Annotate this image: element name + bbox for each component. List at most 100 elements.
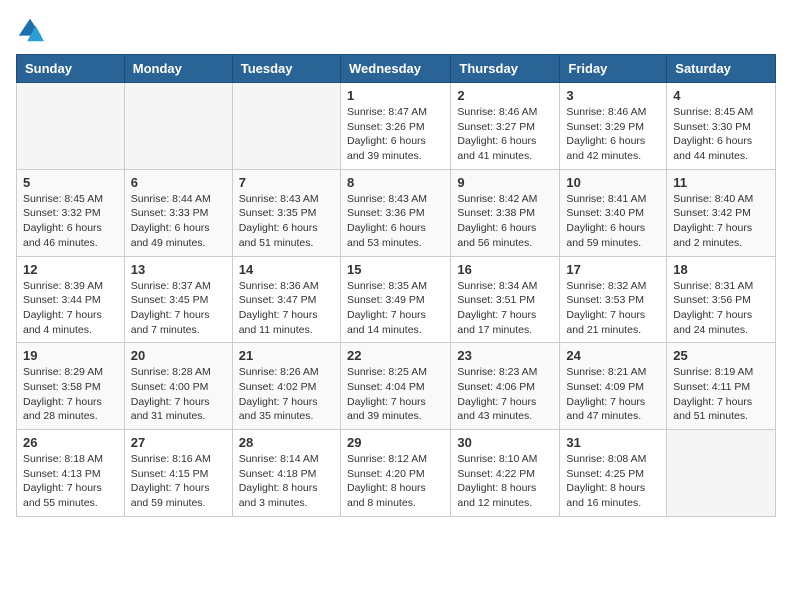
- calendar-cell: 14Sunrise: 8:36 AM Sunset: 3:47 PM Dayli…: [232, 256, 340, 343]
- day-number: 24: [566, 348, 660, 363]
- day-number: 4: [673, 88, 769, 103]
- calendar-week-row: 19 Sunrise: 8:29 AM Sunset: 3:58 PM Dayli…: [17, 343, 776, 430]
- day-info: Sunrise: 8:23 AM Sunset: 4:06 PM Dayligh…: [457, 365, 553, 424]
- logo-icon: [16, 16, 44, 44]
- calendar-day-header: Sunday: [17, 55, 125, 83]
- day-info: Sunrise: 8:14 AM Sunset: 4:18 PM Dayligh…: [239, 452, 334, 511]
- day-number: 17: [566, 262, 660, 277]
- day-number: 11: [673, 175, 769, 190]
- calendar-cell: 25 Sunrise: 8:19 AM Sunset: 4:11 PM Dayli…: [667, 343, 776, 430]
- calendar-day-header: Friday: [560, 55, 667, 83]
- calendar-cell: 7 Sunrise: 8:43 AM Sunset: 3:35 PM Daylig…: [232, 169, 340, 256]
- calendar-cell: 8 Sunrise: 8:43 AM Sunset: 3:36 PM Daylig…: [340, 169, 450, 256]
- day-info: Sunrise: 8:26 AM Sunset: 4:02 PM Dayligh…: [239, 365, 334, 424]
- day-info: Sunrise: 8:45 AM Sunset: 3:32 PM Dayligh…: [23, 192, 118, 251]
- day-info: Sunrise: 8:12 AM Sunset: 4:20 PM Dayligh…: [347, 452, 444, 511]
- day-number: 1: [347, 88, 444, 103]
- calendar-cell: 30Sunrise: 8:10 AM Sunset: 4:22 PM Dayli…: [451, 430, 560, 517]
- day-number: 25: [673, 348, 769, 363]
- calendar-cell: 3 Sunrise: 8:46 AM Sunset: 3:29 PM Daylig…: [560, 83, 667, 170]
- calendar-cell: 13Sunrise: 8:37 AM Sunset: 3:45 PM Dayli…: [124, 256, 232, 343]
- logo: [16, 16, 48, 44]
- calendar-cell: 24 Sunrise: 8:21 AM Sunset: 4:09 PM Dayli…: [560, 343, 667, 430]
- day-info: Sunrise: 8:16 AM Sunset: 4:15 PM Dayligh…: [131, 452, 226, 511]
- calendar-cell: 27 Sunrise: 8:16 AM Sunset: 4:15 PM Dayli…: [124, 430, 232, 517]
- day-info: Sunrise: 8:37 AM Sunset: 3:45 PM Dayligh…: [131, 279, 226, 338]
- calendar-cell: 9 Sunrise: 8:42 AM Sunset: 3:38 PM Daylig…: [451, 169, 560, 256]
- calendar-cell: 26Sunrise: 8:18 AM Sunset: 4:13 PM Dayli…: [17, 430, 125, 517]
- day-info: Sunrise: 8:36 AM Sunset: 3:47 PM Dayligh…: [239, 279, 334, 338]
- calendar-cell: 12 Sunrise: 8:39 AM Sunset: 3:44 PM Dayli…: [17, 256, 125, 343]
- calendar-week-row: 1 Sunrise: 8:47 AM Sunset: 3:26 PM Daylig…: [17, 83, 776, 170]
- day-info: Sunrise: 8:10 AM Sunset: 4:22 PM Dayligh…: [457, 452, 553, 511]
- calendar-cell: [17, 83, 125, 170]
- page-header: [16, 16, 776, 44]
- calendar-cell: 2 Sunrise: 8:46 AM Sunset: 3:27 PM Daylig…: [451, 83, 560, 170]
- day-number: 29: [347, 435, 444, 450]
- day-number: 27: [131, 435, 226, 450]
- day-number: 6: [131, 175, 226, 190]
- day-number: 15: [347, 262, 444, 277]
- calendar-cell: 19 Sunrise: 8:29 AM Sunset: 3:58 PM Dayli…: [17, 343, 125, 430]
- calendar-cell: 31 Sunrise: 8:08 AM Sunset: 4:25 PM Dayli…: [560, 430, 667, 517]
- calendar-day-header: Thursday: [451, 55, 560, 83]
- calendar-cell: 16Sunrise: 8:34 AM Sunset: 3:51 PM Dayli…: [451, 256, 560, 343]
- calendar-table: SundayMondayTuesdayWednesdayThursdayFrid…: [16, 54, 776, 517]
- day-number: 21: [239, 348, 334, 363]
- day-info: Sunrise: 8:35 AM Sunset: 3:49 PM Dayligh…: [347, 279, 444, 338]
- calendar-cell: 6 Sunrise: 8:44 AM Sunset: 3:33 PM Daylig…: [124, 169, 232, 256]
- day-number: 3: [566, 88, 660, 103]
- day-info: Sunrise: 8:40 AM Sunset: 3:42 PM Dayligh…: [673, 192, 769, 251]
- day-info: Sunrise: 8:42 AM Sunset: 3:38 PM Dayligh…: [457, 192, 553, 251]
- day-info: Sunrise: 8:47 AM Sunset: 3:26 PM Dayligh…: [347, 105, 444, 164]
- day-info: Sunrise: 8:29 AM Sunset: 3:58 PM Dayligh…: [23, 365, 118, 424]
- day-info: Sunrise: 8:19 AM Sunset: 4:11 PM Dayligh…: [673, 365, 769, 424]
- day-number: 22: [347, 348, 444, 363]
- calendar-cell: 29 Sunrise: 8:12 AM Sunset: 4:20 PM Dayli…: [340, 430, 450, 517]
- day-info: Sunrise: 8:44 AM Sunset: 3:33 PM Dayligh…: [131, 192, 226, 251]
- day-number: 20: [131, 348, 226, 363]
- calendar-cell: [232, 83, 340, 170]
- day-info: Sunrise: 8:43 AM Sunset: 3:35 PM Dayligh…: [239, 192, 334, 251]
- day-info: Sunrise: 8:31 AM Sunset: 3:56 PM Dayligh…: [673, 279, 769, 338]
- calendar-cell: 5 Sunrise: 8:45 AM Sunset: 3:32 PM Daylig…: [17, 169, 125, 256]
- day-number: 7: [239, 175, 334, 190]
- calendar-cell: 20 Sunrise: 8:28 AM Sunset: 4:00 PM Dayli…: [124, 343, 232, 430]
- calendar-cell: [667, 430, 776, 517]
- calendar-week-row: 12 Sunrise: 8:39 AM Sunset: 3:44 PM Dayli…: [17, 256, 776, 343]
- calendar-cell: 28 Sunrise: 8:14 AM Sunset: 4:18 PM Dayli…: [232, 430, 340, 517]
- calendar-week-row: 5 Sunrise: 8:45 AM Sunset: 3:32 PM Daylig…: [17, 169, 776, 256]
- day-number: 28: [239, 435, 334, 450]
- day-number: 8: [347, 175, 444, 190]
- day-number: 12: [23, 262, 118, 277]
- day-info: Sunrise: 8:46 AM Sunset: 3:27 PM Dayligh…: [457, 105, 553, 164]
- day-number: 2: [457, 88, 553, 103]
- calendar-header-row: SundayMondayTuesdayWednesdayThursdayFrid…: [17, 55, 776, 83]
- day-number: 9: [457, 175, 553, 190]
- day-number: 26: [23, 435, 118, 450]
- calendar-cell: 1 Sunrise: 8:47 AM Sunset: 3:26 PM Daylig…: [340, 83, 450, 170]
- day-info: Sunrise: 8:28 AM Sunset: 4:00 PM Dayligh…: [131, 365, 226, 424]
- day-number: 19: [23, 348, 118, 363]
- calendar-day-header: Saturday: [667, 55, 776, 83]
- day-number: 23: [457, 348, 553, 363]
- calendar-day-header: Wednesday: [340, 55, 450, 83]
- day-info: Sunrise: 8:21 AM Sunset: 4:09 PM Dayligh…: [566, 365, 660, 424]
- day-info: Sunrise: 8:43 AM Sunset: 3:36 PM Dayligh…: [347, 192, 444, 251]
- day-info: Sunrise: 8:45 AM Sunset: 3:30 PM Dayligh…: [673, 105, 769, 164]
- calendar-day-header: Tuesday: [232, 55, 340, 83]
- day-number: 10: [566, 175, 660, 190]
- day-number: 18: [673, 262, 769, 277]
- day-info: Sunrise: 8:41 AM Sunset: 3:40 PM Dayligh…: [566, 192, 660, 251]
- calendar-day-header: Monday: [124, 55, 232, 83]
- calendar-week-row: 26Sunrise: 8:18 AM Sunset: 4:13 PM Dayli…: [17, 430, 776, 517]
- calendar-cell: 4 Sunrise: 8:45 AM Sunset: 3:30 PM Daylig…: [667, 83, 776, 170]
- day-info: Sunrise: 8:32 AM Sunset: 3:53 PM Dayligh…: [566, 279, 660, 338]
- day-info: Sunrise: 8:39 AM Sunset: 3:44 PM Dayligh…: [23, 279, 118, 338]
- day-number: 31: [566, 435, 660, 450]
- day-info: Sunrise: 8:08 AM Sunset: 4:25 PM Dayligh…: [566, 452, 660, 511]
- day-info: Sunrise: 8:46 AM Sunset: 3:29 PM Dayligh…: [566, 105, 660, 164]
- calendar-cell: 22Sunrise: 8:25 AM Sunset: 4:04 PM Dayli…: [340, 343, 450, 430]
- day-number: 5: [23, 175, 118, 190]
- calendar-cell: 10 Sunrise: 8:41 AM Sunset: 3:40 PM Dayli…: [560, 169, 667, 256]
